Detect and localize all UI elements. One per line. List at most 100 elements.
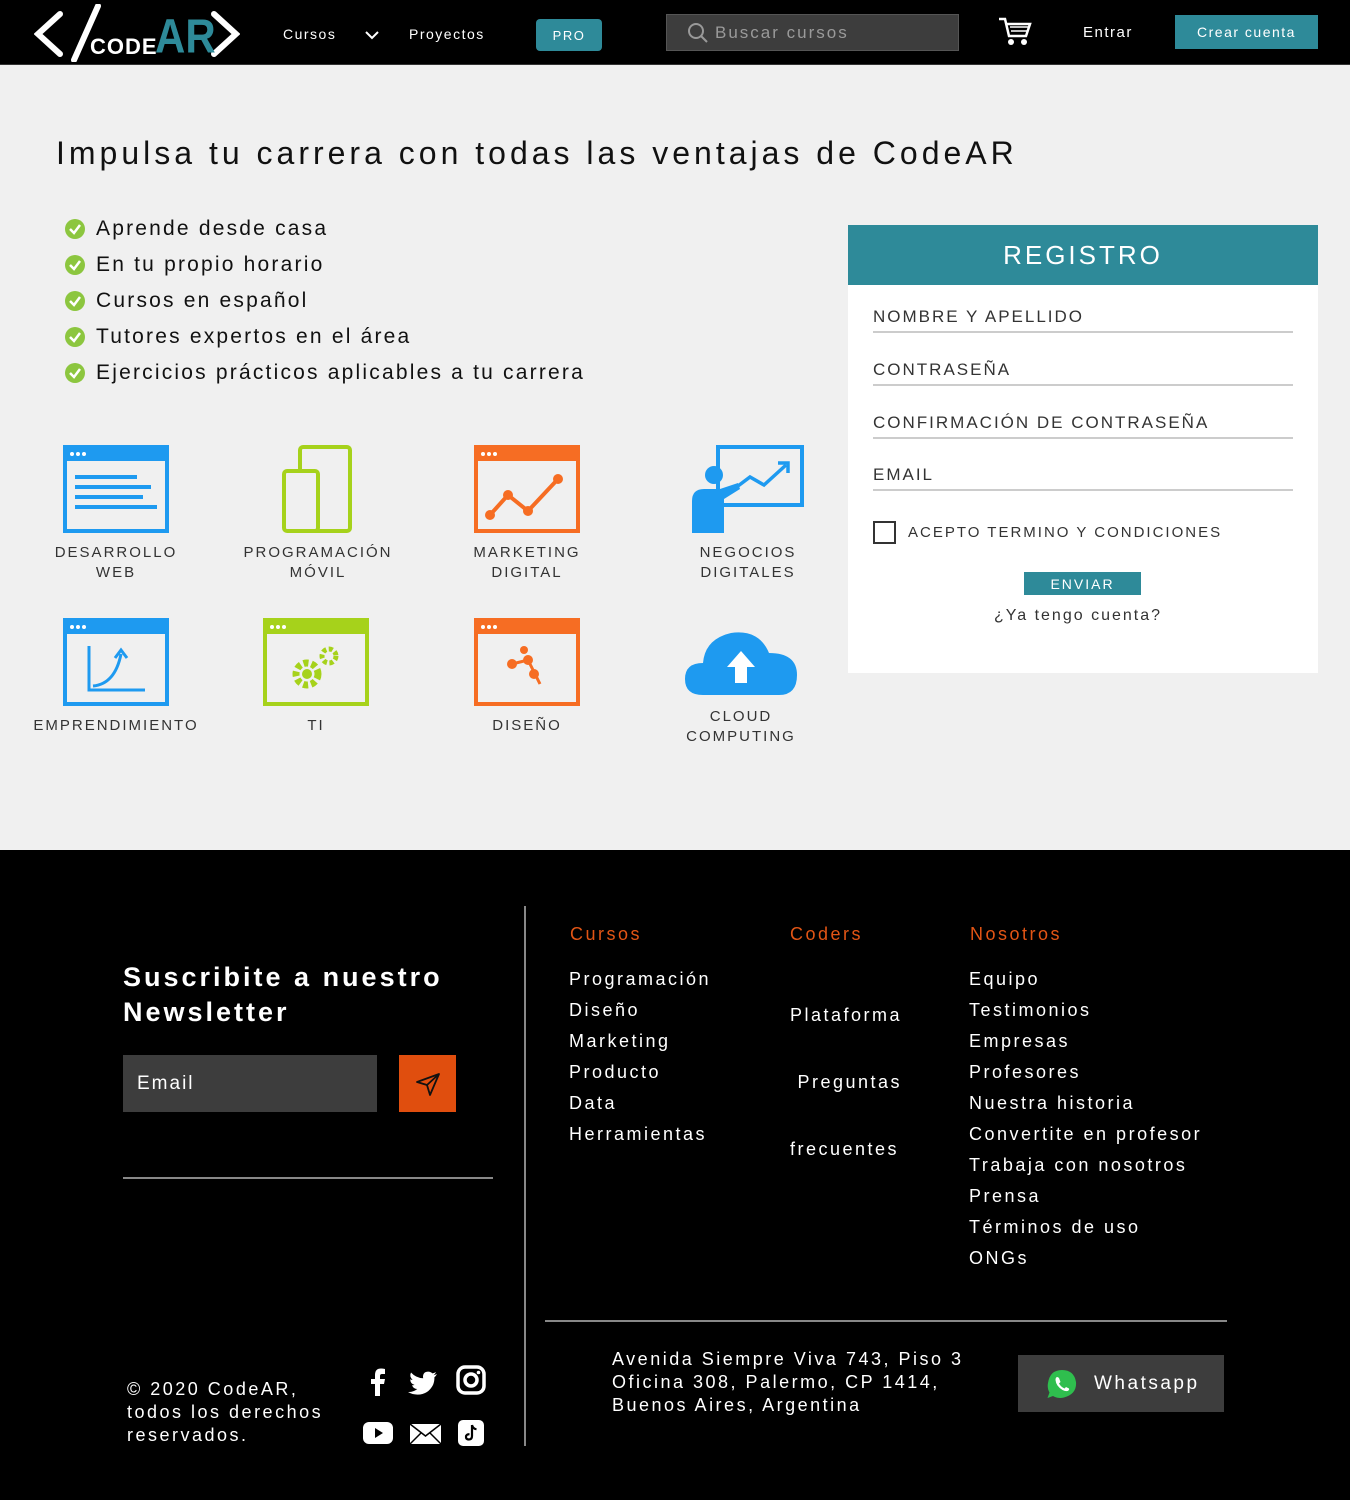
mail-icon[interactable]: [409, 1423, 442, 1445]
send-icon: [415, 1072, 440, 1096]
footer-link[interactable]: Data: [569, 1088, 711, 1119]
benefit-text: Aprende desde casa: [96, 217, 329, 240]
list-item: Aprende desde casa: [64, 211, 585, 247]
twitter-icon[interactable]: [408, 1371, 438, 1395]
search-icon[interactable]: [687, 22, 709, 44]
benefit-text: Tutores expertos en el área: [96, 325, 412, 348]
benefits-list: Aprende desde casa En tu propio horario …: [64, 211, 585, 391]
instagram-icon[interactable]: [456, 1365, 486, 1395]
password-field[interactable]: [873, 360, 1293, 386]
footer-link[interactable]: Nuestra historia: [969, 1088, 1202, 1119]
nav-projects[interactable]: Proyectos: [409, 26, 485, 42]
codear-logo[interactable]: CODE AR: [33, 3, 241, 63]
list-item: Ejercicios prácticos aplicables a tu car…: [64, 355, 585, 391]
footer: Suscribite a nuestro Newsletter Cursos P…: [0, 850, 1350, 1500]
footer-link[interactable]: Testimonios: [969, 995, 1202, 1026]
list-item: En tu propio horario: [64, 247, 585, 283]
address-text: Avenida Siempre Viva 743, Piso 3 Oficina…: [612, 1349, 964, 1415]
terms-checkbox[interactable]: [873, 521, 896, 544]
footer-link[interactable]: Profesores: [969, 1057, 1202, 1088]
whatsapp-label: Whatsapp: [1094, 1372, 1200, 1394]
browser-chart-icon: [474, 445, 580, 533]
category-digital-business[interactable]: NEGOCIOS DIGITALES: [658, 445, 838, 583]
whatsapp-button[interactable]: Whatsapp: [1018, 1355, 1224, 1412]
browser-vector-icon: [474, 618, 580, 706]
category-it[interactable]: TI: [226, 618, 406, 736]
youtube-icon[interactable]: [363, 1422, 393, 1444]
category-label: DESARROLLO WEB: [54, 544, 178, 581]
footer-link[interactable]: Equipo: [969, 964, 1202, 995]
footer-link[interactable]: ONGs: [969, 1243, 1202, 1274]
footer-link[interactable]: Preguntas: [790, 1067, 902, 1098]
category-label: CLOUD COMPUTING: [686, 708, 796, 745]
check-circle-icon: [65, 255, 85, 275]
cart-icon[interactable]: [998, 16, 1032, 48]
footer-link[interactable]: Herramientas: [569, 1119, 711, 1150]
chevron-down-icon[interactable]: [364, 30, 380, 40]
login-link[interactable]: Entrar: [1083, 24, 1133, 41]
footer-col-title: Cursos: [570, 924, 643, 944]
have-account-link[interactable]: ¿Ya tengo cuenta?: [848, 607, 1308, 625]
newsletter-title: Suscribite a nuestro Newsletter: [123, 962, 443, 1027]
category-label: EMPRENDIMIENTO: [33, 717, 199, 734]
footer-link[interactable]: Programación: [569, 964, 711, 995]
category-label: DISEÑO: [492, 717, 562, 734]
footer-link[interactable]: Convertite en profesor: [969, 1119, 1202, 1150]
category-entrepreneurship[interactable]: EMPRENDIMIENTO: [26, 618, 206, 736]
pro-button[interactable]: PRO: [536, 19, 602, 51]
confirm-password-field[interactable]: [873, 413, 1293, 439]
category-design[interactable]: DISEÑO: [437, 618, 617, 736]
footer-col-title: Coders: [790, 924, 864, 944]
cloud-upload-icon: [685, 632, 797, 695]
signup-button[interactable]: Crear cuenta: [1175, 15, 1318, 49]
page-title: Impulsa tu carrera con todas las ventaja…: [56, 135, 1018, 171]
check-circle-icon: [65, 327, 85, 347]
category-label: MARKETING DIGITAL: [473, 544, 581, 581]
terms-row: ACEPTO TERMINO Y CONDICIONES: [873, 521, 1222, 544]
whatsapp-icon: [1047, 1369, 1077, 1398]
newsletter-send-button[interactable]: [399, 1055, 456, 1112]
footer-link[interactable]: Plataforma: [790, 1000, 902, 1031]
footer-link[interactable]: Prensa: [969, 1181, 1202, 1212]
registration-form: REGISTRO ACEPTO TERMINO Y CONDICIONES EN…: [848, 225, 1318, 673]
newsletter-email-input[interactable]: [123, 1055, 377, 1112]
presentation-icon: [692, 445, 804, 533]
facebook-icon[interactable]: [370, 1368, 386, 1396]
search-input[interactable]: [715, 22, 955, 43]
benefit-text: En tu propio horario: [96, 253, 325, 276]
category-web-development[interactable]: DESARROLLO WEB: [26, 445, 206, 583]
browser-text-icon: [63, 445, 169, 533]
submit-button[interactable]: ENVIAR: [1024, 572, 1141, 595]
footer-col-title: Nosotros: [970, 924, 1063, 944]
nav-courses[interactable]: Cursos: [283, 26, 336, 42]
list-item: Cursos en español: [64, 283, 585, 319]
category-cloud-computing[interactable]: CLOUD COMPUTING: [651, 625, 831, 747]
footer-col-coders: Plataforma Preguntas frecuentes: [790, 964, 902, 1201]
tiktok-icon[interactable]: [458, 1420, 484, 1446]
category-digital-marketing[interactable]: MARKETING DIGITAL: [437, 445, 617, 583]
benefit-text: Cursos en español: [96, 289, 309, 312]
footer-link[interactable]: Producto: [569, 1057, 711, 1088]
footer-link[interactable]: Términos de uso: [969, 1212, 1202, 1243]
footer-link[interactable]: Empresas: [969, 1026, 1202, 1057]
footer-link[interactable]: Diseño: [569, 995, 711, 1026]
search-bar: [666, 14, 959, 51]
category-mobile-programming[interactable]: PROGRAMACIÓN MÓVIL: [228, 445, 408, 583]
list-item: Tutores expertos en el área: [64, 319, 585, 355]
terms-label: ACEPTO TERMINO Y CONDICIONES: [908, 524, 1223, 541]
footer-link[interactable]: Marketing: [569, 1026, 711, 1057]
footer-link[interactable]: Trabaja con nosotros: [969, 1150, 1202, 1181]
browser-gears-icon: [263, 618, 369, 706]
main-section: Impulsa tu carrera con todas las ventaja…: [0, 65, 1350, 850]
mobile-devices-icon: [282, 445, 352, 533]
footer-col-about: Equipo Testimonios Empresas Profesores N…: [969, 964, 1202, 1274]
logo-accent: AR: [155, 9, 216, 62]
divider: [524, 906, 526, 1446]
category-label: PROGRAMACIÓN MÓVIL: [243, 544, 393, 581]
check-circle-icon: [65, 219, 85, 239]
benefit-text: Ejercicios prácticos aplicables a tu car…: [96, 361, 585, 384]
name-field[interactable]: [873, 307, 1293, 333]
form-title: REGISTRO: [848, 225, 1318, 285]
footer-link[interactable]: frecuentes: [790, 1134, 902, 1165]
email-field[interactable]: [873, 465, 1293, 491]
